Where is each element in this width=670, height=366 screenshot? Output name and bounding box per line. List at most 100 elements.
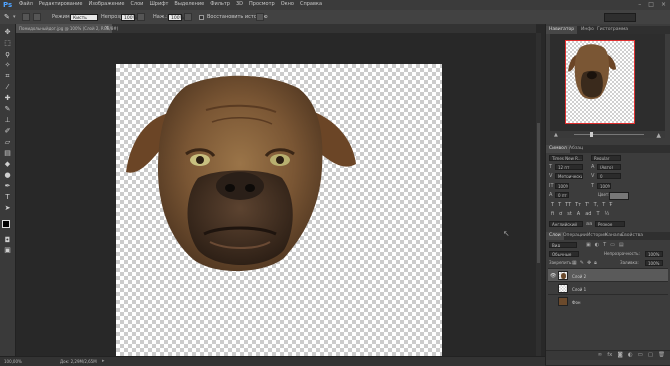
type-tool-icon[interactable]: T bbox=[3, 193, 12, 202]
baseline-shift-input[interactable]: 0 пт bbox=[555, 192, 569, 198]
ligature-icon[interactable]: fi bbox=[551, 211, 554, 217]
layer-name[interactable]: Слой 1 bbox=[572, 287, 586, 292]
new-group-icon[interactable]: ▭ bbox=[638, 352, 643, 358]
pressure-input[interactable]: 100% bbox=[168, 13, 184, 21]
menu-view[interactable]: Просмотр bbox=[249, 2, 275, 7]
tab-navigator[interactable]: Навигатор bbox=[546, 26, 578, 34]
delete-layer-icon[interactable]: 🗑︎ bbox=[658, 352, 665, 358]
strikethrough-icon[interactable]: Ŧ bbox=[609, 202, 612, 208]
faux-bold-icon[interactable]: T bbox=[551, 202, 554, 208]
healing-brush-tool-icon[interactable]: ✚ bbox=[3, 94, 12, 103]
layer-opacity-input[interactable]: 100% bbox=[645, 251, 663, 257]
text-color-swatch[interactable] bbox=[609, 192, 629, 200]
leading-input[interactable]: (Авто) bbox=[597, 164, 621, 170]
close-icon[interactable]: × bbox=[661, 1, 666, 8]
titling-alternates-icon[interactable]: A bbox=[577, 211, 580, 217]
brush-tool-icon[interactable]: ✎ bbox=[3, 105, 12, 114]
image-canvas[interactable] bbox=[116, 64, 442, 356]
tracking-select[interactable]: 0 bbox=[597, 173, 621, 179]
brush-panel-toggle[interactable] bbox=[33, 13, 41, 21]
menu-filter[interactable]: Фильтр bbox=[210, 2, 230, 7]
menu-window[interactable]: Окно bbox=[281, 2, 294, 7]
menu-image[interactable]: Изображение bbox=[88, 2, 124, 7]
brush-preset-button[interactable] bbox=[22, 13, 30, 21]
ordinals-icon[interactable]: ad bbox=[585, 211, 591, 217]
airbrush-button[interactable] bbox=[184, 13, 192, 21]
language-select[interactable]: Английский bbox=[549, 221, 583, 227]
zoom-out-icon[interactable]: ▲ bbox=[554, 132, 558, 138]
quick-select-tool-icon[interactable]: ✧ bbox=[3, 61, 12, 70]
document-tab[interactable]: Помидольныйдог.jpg @ 100% (Слой 2, RGB/8… bbox=[16, 24, 118, 33]
stylistic-alternates-icon[interactable]: st bbox=[567, 211, 572, 217]
layer-name[interactable]: Слой 2 bbox=[572, 274, 586, 279]
menu-select[interactable]: Выделение bbox=[174, 2, 204, 7]
filter-adjustment-icon[interactable]: ◐ bbox=[595, 242, 599, 248]
navigator-thumbnail[interactable] bbox=[565, 40, 635, 124]
lock-pixels-icon[interactable]: ✎ bbox=[580, 260, 584, 266]
add-mask-icon[interactable]: ◙ bbox=[617, 352, 622, 358]
scrollbar-thumb[interactable] bbox=[537, 123, 540, 263]
fractions-half-icon[interactable]: ½ bbox=[605, 211, 610, 217]
path-select-tool-icon[interactable]: ➤ bbox=[3, 204, 12, 213]
adjustment-layer-icon[interactable]: ◐ bbox=[628, 352, 633, 358]
horizontal-scale-input[interactable]: 100% bbox=[597, 183, 611, 189]
menu-help[interactable]: Справка bbox=[300, 2, 322, 7]
fractions-icon[interactable]: T bbox=[596, 211, 599, 217]
menu-file[interactable]: Файл bbox=[19, 2, 33, 7]
lock-position-icon[interactable]: ✥ bbox=[587, 260, 591, 266]
crop-tool-icon[interactable]: ⌗ bbox=[3, 72, 12, 81]
vertical-scrollbar[interactable] bbox=[536, 33, 541, 356]
move-tool-icon[interactable]: ✥ bbox=[3, 28, 12, 37]
superscript-icon[interactable]: T' bbox=[585, 202, 589, 208]
all-caps-icon[interactable]: TT bbox=[565, 202, 571, 208]
underline-icon[interactable]: T bbox=[602, 202, 605, 208]
workspace-select[interactable] bbox=[604, 13, 636, 22]
maximize-icon[interactable]: □ bbox=[648, 1, 654, 8]
opacity-input[interactable]: 100% bbox=[121, 13, 137, 21]
layer-style-icon[interactable]: fx bbox=[607, 352, 612, 358]
history-brush-tool-icon[interactable]: ✐ bbox=[3, 127, 12, 136]
tablet-pressure-button[interactable] bbox=[256, 13, 264, 21]
layer-name[interactable]: Фон bbox=[572, 300, 581, 305]
mode-select[interactable]: Кисть bbox=[70, 13, 98, 21]
pen-tool-icon[interactable]: ✒ bbox=[3, 182, 12, 191]
close-tab-icon[interactable]: × bbox=[105, 25, 109, 31]
font-family-select[interactable]: Times New R... bbox=[549, 155, 583, 161]
lasso-tool-icon[interactable]: ϙ bbox=[3, 50, 12, 59]
font-size-input[interactable]: 12 пт bbox=[555, 164, 583, 170]
vertical-scale-input[interactable]: 100% bbox=[555, 183, 569, 189]
navigator-zoom-slider[interactable]: ▲ ▲ bbox=[550, 131, 665, 139]
faux-italic-icon[interactable]: T bbox=[558, 202, 561, 208]
tab-paragraph[interactable]: Абзац bbox=[566, 145, 586, 153]
dodge-tool-icon[interactable]: ● bbox=[3, 171, 12, 180]
tab-properties[interactable]: Свойства bbox=[618, 232, 646, 240]
blur-tool-icon[interactable]: ◆ bbox=[3, 160, 12, 169]
foreground-color-swatch[interactable] bbox=[2, 220, 10, 228]
zoom-in-icon[interactable]: ▲ bbox=[656, 132, 661, 139]
history-checkbox[interactable] bbox=[199, 14, 204, 20]
opacity-pressure-button[interactable] bbox=[137, 13, 145, 21]
antialias-select[interactable]: Резкое bbox=[595, 221, 625, 227]
clone-stamp-tool-icon[interactable]: ⊥ bbox=[3, 116, 12, 125]
menu-edit[interactable]: Редактирование bbox=[39, 2, 83, 7]
layer-row[interactable]: Слой 1 bbox=[548, 281, 668, 294]
filter-shape-icon[interactable]: ▭ bbox=[610, 242, 615, 248]
menu-3d[interactable]: 3D bbox=[236, 2, 243, 7]
link-layers-icon[interactable]: ∞ bbox=[598, 352, 603, 358]
tab-histogram[interactable]: Гистограмма bbox=[594, 26, 631, 34]
gradient-tool-icon[interactable]: ▤ bbox=[3, 149, 12, 158]
small-caps-icon[interactable]: Tт bbox=[575, 202, 581, 208]
eyedropper-tool-icon[interactable]: ⁄ bbox=[3, 83, 12, 92]
lock-all-icon[interactable]: 🔒︎ bbox=[594, 260, 597, 266]
filter-smart-icon[interactable]: ▤ bbox=[619, 242, 624, 248]
quick-mask-icon[interactable]: ◘ bbox=[3, 236, 12, 245]
eraser-tool-icon[interactable]: ▱ bbox=[3, 138, 12, 147]
blend-mode-select[interactable]: Обычные bbox=[549, 251, 579, 257]
fill-input[interactable]: 100% bbox=[645, 260, 663, 266]
status-arrow-icon[interactable]: ▸ bbox=[102, 358, 105, 364]
minimize-icon[interactable]: – bbox=[638, 1, 641, 8]
filter-pixel-icon[interactable]: ▣ bbox=[586, 242, 591, 248]
subscript-icon[interactable]: T, bbox=[594, 202, 599, 208]
visibility-eye-icon[interactable]: 👁︎ bbox=[550, 273, 556, 279]
filter-type-icon[interactable]: T bbox=[603, 242, 606, 248]
